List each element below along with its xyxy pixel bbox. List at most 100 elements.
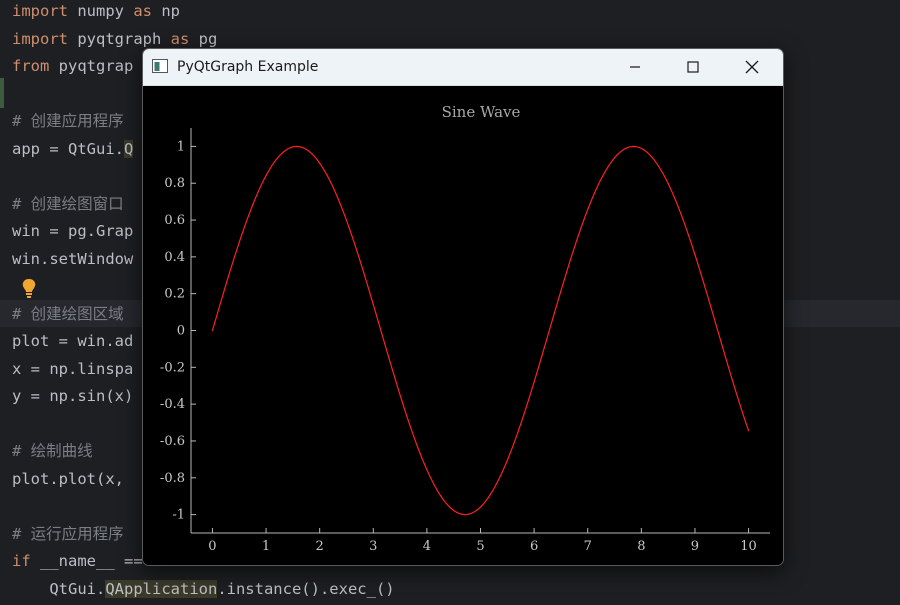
code-token: Q	[123, 139, 134, 158]
code-line[interactable]: # 创建应用程序	[12, 111, 124, 131]
code-line[interactable]: # 创建绘图区域	[12, 304, 124, 324]
data-point	[747, 430, 750, 432]
code-token: pyqtgraph	[68, 29, 171, 48]
code-token: import	[12, 29, 68, 48]
code-token: win.setWindow	[12, 249, 134, 268]
code-token: plot.plot(x,	[12, 469, 124, 488]
maximize-icon	[687, 61, 699, 73]
code-token: x = np.linspa	[12, 359, 134, 378]
code-token: as	[170, 29, 190, 48]
x-tick-label: 6	[530, 539, 538, 554]
close-button[interactable]	[723, 49, 781, 85]
y-tick-label: -1	[172, 508, 185, 523]
code-token: plot = win.ad	[12, 332, 134, 350]
code-token: # 创建应用程序	[12, 112, 124, 130]
data-point	[613, 157, 616, 159]
code-token: # 创建绘图区域	[12, 304, 124, 323]
code-line[interactable]: QtGui.QApplication.instance().exec_()	[12, 579, 395, 599]
app-icon	[152, 59, 168, 73]
x-tick-label: 7	[584, 539, 592, 554]
data-point	[721, 343, 723, 345]
code-token: import	[12, 2, 68, 20]
code-token: QApplication	[105, 579, 218, 598]
code-line[interactable]: x = np.linspa	[12, 359, 133, 379]
code-line[interactable]: plot = win.ad	[12, 331, 133, 351]
plot-area[interactable]: Sine Wave 0 1 2 3 4 5 6 7 8 9 10 1 0.8 0.6 0.4 0.2 0 -0.2…	[143, 86, 783, 565]
y-tick-label: 0.8	[164, 176, 185, 191]
code-token: pg	[189, 29, 218, 48]
data-point	[372, 303, 374, 306]
data-point	[506, 459, 508, 462]
data-point	[345, 219, 348, 222]
y-tick-label: 0	[177, 324, 185, 339]
sine-chart[interactable]: Sine Wave 0 1 2 3 4 5 6 7 8 9 10 1 0.8 0.6 0.4 0.2 0 -0.2…	[143, 86, 783, 565]
code-line[interactable]: # 创建绘图窗口	[12, 194, 124, 214]
data-point	[238, 241, 240, 243]
x-tick-label: 1	[262, 539, 270, 554]
maximize-button[interactable]	[664, 49, 722, 85]
code-line[interactable]: import numpy as np	[12, 1, 180, 21]
code-token: # 运行应用程序	[12, 524, 124, 543]
code-token: ==	[124, 552, 143, 570]
data-point	[479, 506, 482, 508]
minimize-icon	[630, 66, 640, 68]
x-tick-label: 9	[691, 539, 699, 554]
change-marker	[0, 78, 4, 108]
code-line[interactable]: win = pg.Grap	[12, 221, 133, 241]
window-title: PyQtGraph Example	[177, 59, 319, 75]
data-point	[265, 175, 267, 177]
lightbulb-icon[interactable]	[20, 278, 38, 300]
data-point	[667, 182, 669, 185]
code-token: # 绘制曲线	[12, 442, 93, 460]
y-tick-label: 0.2	[164, 287, 185, 302]
data-point	[464, 513, 466, 516]
code-token: QtGui.	[12, 579, 106, 598]
y-tick-label: -0.2	[160, 360, 185, 375]
y-tick-label: -0.8	[160, 471, 185, 486]
chart-title: Sine Wave	[442, 103, 521, 121]
code-line[interactable]: # 运行应用程序	[12, 524, 124, 544]
x-tick-label: 5	[476, 539, 484, 554]
data-point	[560, 290, 562, 292]
x-tick-label: 10	[740, 539, 757, 554]
data-point	[533, 381, 535, 383]
data-point	[319, 162, 321, 164]
code-token: .instance().exec_()	[217, 579, 395, 598]
x-tick-label: 4	[423, 539, 431, 554]
code-token: if	[12, 552, 31, 570]
code-line[interactable]: plot.plot(x,	[12, 469, 124, 489]
code-token: __name__	[30, 552, 124, 570]
code-line[interactable]: import pyqtgraph as pg	[12, 29, 217, 49]
code-line[interactable]: from pyqtgrap	[12, 56, 133, 76]
code-line[interactable]: # 绘制曲线	[12, 441, 93, 461]
y-tick-label: -0.6	[160, 434, 185, 449]
code-token: numpy	[68, 2, 134, 20]
data-point	[632, 145, 635, 148]
code-token: y = np.sin(x)	[12, 387, 134, 405]
code-line[interactable]: app = QtGui.Q	[12, 139, 134, 159]
data-point	[211, 329, 214, 332]
y-tick-label: 0.6	[164, 213, 185, 228]
y-tick-label: -0.4	[160, 397, 185, 412]
x-tick-label: 8	[637, 539, 645, 554]
x-tick-label: 0	[208, 539, 216, 554]
data-point	[399, 394, 401, 396]
code-token: pyqtgrap	[49, 57, 134, 75]
y-tick-label: 1	[177, 139, 185, 154]
code-line[interactable]: y = np.sin(x)	[12, 386, 133, 406]
code-line[interactable]: if __name__ ==	[12, 551, 143, 571]
window-titlebar[interactable]: PyQtGraph Example	[143, 49, 783, 86]
x-tick-label: 3	[369, 539, 377, 554]
pyqtgraph-window[interactable]: PyQtGraph Example Sine Wave 0 1 2 3 4 5 6 7 8 9 10…	[142, 48, 784, 566]
code-token: as	[133, 2, 152, 20]
data-point	[296, 145, 298, 148]
data-point	[587, 208, 589, 211]
code-token: app = QtGui.	[12, 139, 124, 158]
sine-series-line	[211, 145, 750, 516]
code-token: np	[152, 2, 180, 20]
x-tick-label: 2	[316, 539, 324, 554]
data-point	[694, 254, 696, 256]
minimize-button[interactable]	[606, 49, 664, 85]
code-line[interactable]: win.setWindow	[12, 249, 133, 269]
data-point	[426, 469, 428, 471]
